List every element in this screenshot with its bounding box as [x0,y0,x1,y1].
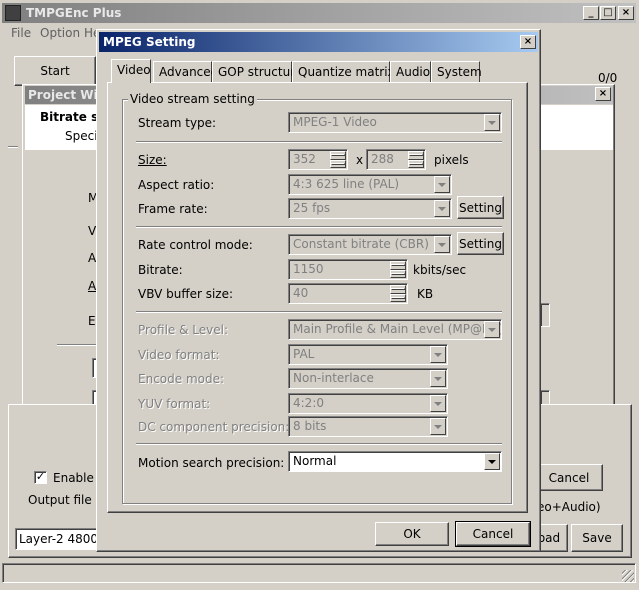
chevron-down-icon [484,453,500,470]
dialog-close-icon[interactable]: × [520,35,536,49]
right-partial-box [540,303,550,327]
partial-letter-v: V [88,224,97,238]
tab-video[interactable]: Video [111,59,151,83]
stream-type-label: Stream type: [138,116,217,130]
chevron-down-icon [434,176,450,193]
vbv-spin-field[interactable]: 40 [288,283,408,304]
video-format-label: Video format: [138,348,220,362]
divider-3 [136,311,502,313]
dialog-titlebar: MPEG Setting × [99,32,538,52]
encode-mode-label: Encode mode: [138,372,225,386]
chevron-down-icon [434,236,450,253]
vbv-unit-label: KB [417,287,434,301]
spinner-icon [390,285,406,302]
size-label: Size: [138,153,167,167]
chevron-down-icon [434,200,450,217]
progress-counter: 0/0 [598,71,618,85]
frame-rate-setting-button[interactable]: Setting [457,196,504,219]
spinner-icon [330,151,346,168]
bitrate-label: Bitrate: [138,263,183,277]
save-button[interactable]: Save [571,524,623,552]
divider-4 [136,443,502,445]
stream-type-select[interactable]: MPEG-1 Video [288,112,502,133]
dc-precision-label: DC component precision: [138,420,290,434]
menu-option[interactable]: Option [40,26,80,40]
mpeg-setting-dialog: MPEG Setting × Video Advanced GOP struct… [96,29,541,552]
pixels-label: pixels [434,153,469,167]
enable-checkbox[interactable]: ✓ [34,471,47,484]
motion-search-select[interactable]: Normal [288,451,502,472]
vbv-label: VBV buffer size: [138,287,234,301]
divider-2 [136,226,502,228]
profile-label: Profile & Level: [138,323,229,337]
maximize-icon[interactable]: □ [600,6,616,20]
chevron-down-icon [430,370,446,387]
tab-quantize-matrix[interactable]: Quantize matrix [292,61,395,82]
tab-gop-structure[interactable]: GOP structure [212,61,302,82]
rate-control-select[interactable]: Constant bitrate (CBR) [288,234,452,255]
aspect-ratio-select[interactable]: 4:3 625 line (PAL) [288,174,452,195]
wizard-body-sep [8,146,18,148]
main-statusbar [2,563,636,583]
frame-rate-label: Frame rate: [138,202,208,216]
profile-select[interactable]: Main Profile & Main Level (MP@ML) [288,319,502,340]
chevron-down-icon [430,395,446,412]
frame-rate-select[interactable]: 25 fps [288,198,452,219]
encode-mode-select[interactable]: Non-interlace [288,368,448,389]
yuv-format-select[interactable]: 4:2:0 [288,393,448,414]
chevron-down-icon [484,321,500,338]
partial-letter-e: E [88,314,96,328]
rate-control-label: Rate control mode: [138,238,253,252]
size-x-label: x [356,153,364,167]
status-field: Layer-2 48000H: [15,528,103,550]
video-audio-text: eo+Audio) [537,500,601,514]
yuv-format-label: YUV format: [138,397,211,411]
spinner-icon [390,261,406,278]
bitrate-unit-label: kbits/sec [413,263,467,277]
spinner-icon [408,151,424,168]
group-title: Video stream setting [128,92,257,106]
tab-system[interactable]: System [431,61,482,82]
main-titlebar: TMPGEnc Plus _ □ × [2,3,636,23]
bitrate-spin-field[interactable]: 1150 [288,259,408,280]
menu-file[interactable]: File [11,26,31,40]
chevron-down-icon [430,418,446,435]
app-icon [5,5,21,21]
dialog-cancel-button[interactable]: Cancel [455,521,531,547]
chevron-down-icon [430,346,446,363]
main-cancel-button[interactable]: Cancel [535,464,603,491]
close-icon[interactable]: × [618,6,634,20]
start-button[interactable]: Start [14,56,96,86]
tab-advanced[interactable]: Advanced [153,61,218,82]
video-format-select[interactable]: PAL [288,344,448,365]
tab-page: Video stream setting Stream type: MPEG-1… [107,82,528,513]
size-grip-icon[interactable] [622,570,634,582]
divider-1 [136,141,502,143]
dialog-title: MPEG Setting [103,35,196,49]
width-spin-field[interactable]: 352 [288,149,348,170]
chevron-down-icon [484,114,500,131]
tab-audio[interactable]: Audio [390,61,431,82]
height-spin-field[interactable]: 288 [366,149,426,170]
wizard-close-icon[interactable]: × [595,87,611,101]
motion-search-label: Motion search precision: [138,456,285,470]
partial-letter-a1: A [88,251,97,265]
main-title: TMPGEnc Plus [26,6,122,20]
rate-control-setting-button[interactable]: Setting [457,232,504,255]
ok-button[interactable]: OK [375,522,449,546]
aspect-ratio-label: Aspect ratio: [138,178,215,192]
partial-letter-a2: A [88,279,97,293]
minimize-icon[interactable]: _ [583,6,599,20]
dc-precision-select[interactable]: 8 bits [288,416,448,437]
